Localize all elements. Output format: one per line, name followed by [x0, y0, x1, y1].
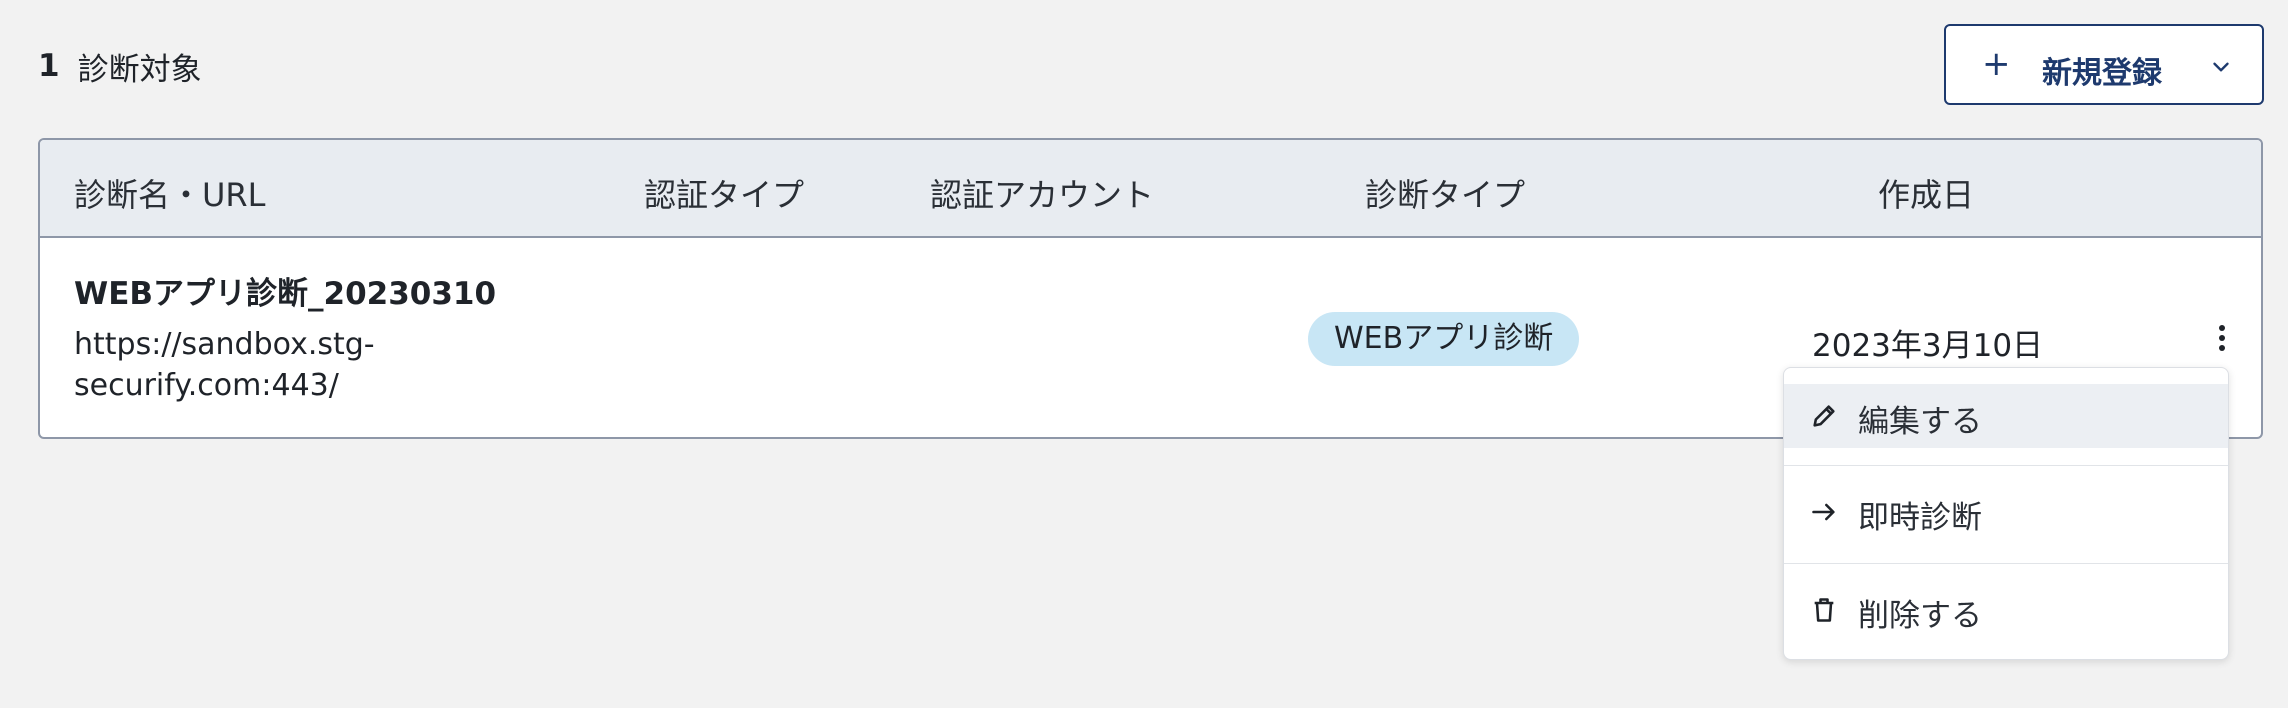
target-summary: 1 診断対象: [38, 44, 202, 88]
chevron-down-icon[interactable]: [2208, 54, 2234, 80]
header-name-url[interactable]: 診断名・URL: [74, 170, 266, 216]
target-count-label: 診断対象: [77, 51, 202, 88]
menu-item-instant-scan[interactable]: 即時診断: [1784, 480, 2228, 544]
menu-item-label: 削除する: [1858, 598, 1982, 634]
plus-icon: +: [1982, 44, 2011, 84]
new-registration-button[interactable]: + 新規登録: [1944, 24, 2264, 105]
header-auth-account[interactable]: 認証アカウント: [930, 170, 1154, 216]
menu-item-delete[interactable]: 削除する: [1784, 578, 2228, 642]
menu-divider: [1784, 563, 2228, 564]
more-options-icon[interactable]: [2210, 320, 2234, 356]
target-count: 1: [38, 48, 60, 84]
menu-item-edit[interactable]: 編集する: [1784, 384, 2228, 448]
menu-divider: [1784, 465, 2228, 466]
header-created-date[interactable]: 作成日: [1878, 170, 1974, 216]
menu-item-label: 編集する: [1858, 404, 1982, 440]
scan-type-badge: WEBアプリ診断: [1308, 312, 1580, 366]
trash-icon: [1814, 598, 1834, 622]
new-registration-label: 新規登録: [2042, 56, 2162, 91]
menu-item-label: 即時診断: [1858, 500, 1982, 536]
row-context-menu: 編集する 即時診断 削除する: [1783, 367, 2229, 660]
scan-name[interactable]: WEBアプリ診断_20230310: [74, 268, 496, 313]
header-auth-type[interactable]: 認証タイプ: [644, 170, 804, 216]
arrow-right-icon: [1812, 503, 1835, 521]
header-scan-type[interactable]: 診断タイプ: [1365, 170, 1525, 216]
pencil-icon: [1813, 405, 1835, 427]
created-date: 2023年3月10日: [1812, 328, 2044, 364]
scan-url: https://sandbox.stg-securify.com:443/: [74, 327, 375, 403]
table-header: 診断名・URL 認証タイプ 認証アカウント 診断タイプ 作成日: [40, 140, 2261, 238]
